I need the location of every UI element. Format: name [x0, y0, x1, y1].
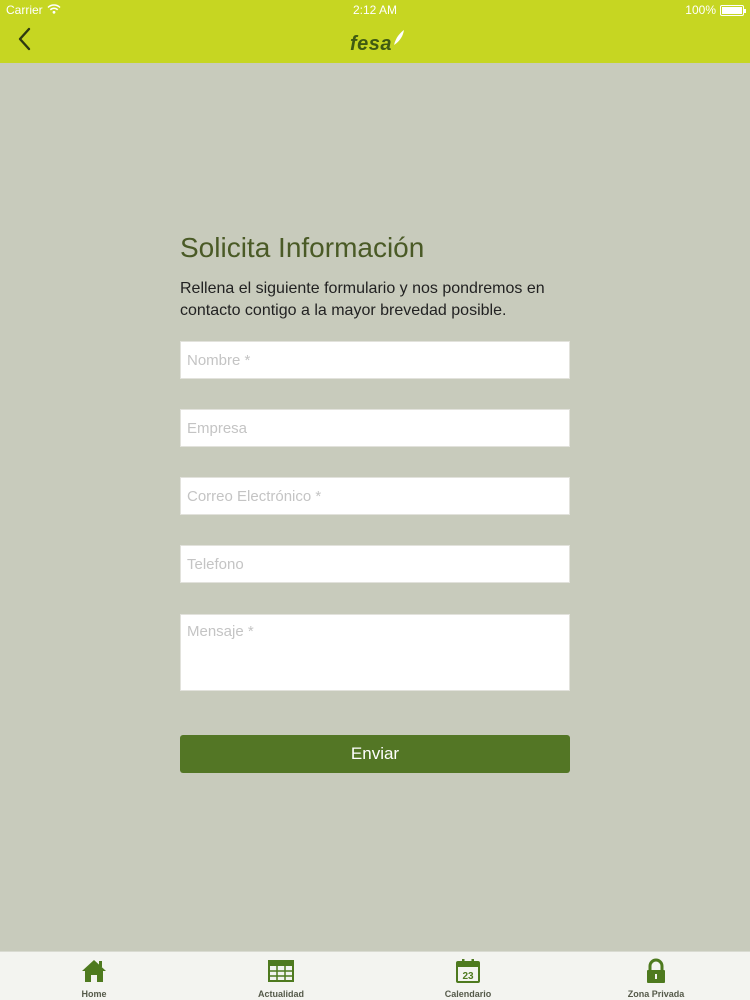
home-icon — [81, 957, 107, 985]
tab-actualidad-label: Actualidad — [257, 989, 304, 999]
tab-zona-privada[interactable]: Zona Privada — [596, 952, 716, 1000]
tab-calendario-label: Calendario — [444, 989, 492, 999]
tab-home[interactable]: Home — [34, 952, 154, 1000]
logo-leaf-icon — [392, 29, 406, 56]
tab-bar: Home Actualidad 23 Calendario Zona Priva… — [0, 951, 750, 1000]
empresa-field[interactable] — [180, 409, 570, 447]
navigation-bar: fesa — [0, 20, 750, 63]
form-header: Solicita Información Rellena el siguient… — [180, 232, 570, 322]
form-intro-text: Rellena el siguiente formulario y nos po… — [180, 280, 545, 319]
battery-icon — [720, 4, 746, 16]
tab-home-label: Home — [81, 989, 107, 999]
lock-icon — [645, 957, 667, 985]
calendar-icon: 23 — [455, 957, 481, 985]
nombre-field[interactable] — [180, 341, 570, 379]
status-time: 2:12 AM — [352, 3, 398, 17]
email-field[interactable] — [180, 477, 570, 515]
chevron-left-icon — [17, 27, 33, 56]
tab-zona-privada-label: Zona Privada — [627, 989, 685, 999]
battery-percent: 100% — [685, 3, 716, 17]
page-title: Solicita Información — [180, 232, 425, 263]
tab-actualidad[interactable]: Actualidad — [221, 952, 341, 1000]
calendar-day: 23 — [462, 971, 474, 982]
tab-calendario[interactable]: 23 Calendario — [408, 952, 528, 1000]
logo-text: fesa — [350, 33, 393, 55]
telefono-field[interactable] — [180, 545, 570, 583]
mensaje-field[interactable] — [180, 614, 570, 691]
status-bar: Carrier 2:12 AM 100% — [0, 0, 750, 20]
status-battery-group: 100% — [685, 3, 746, 17]
back-button[interactable] — [10, 26, 40, 56]
fesa-logo: fesa — [350, 28, 406, 56]
enviar-button[interactable]: Enviar — [180, 735, 570, 773]
news-grid-icon — [268, 957, 294, 985]
